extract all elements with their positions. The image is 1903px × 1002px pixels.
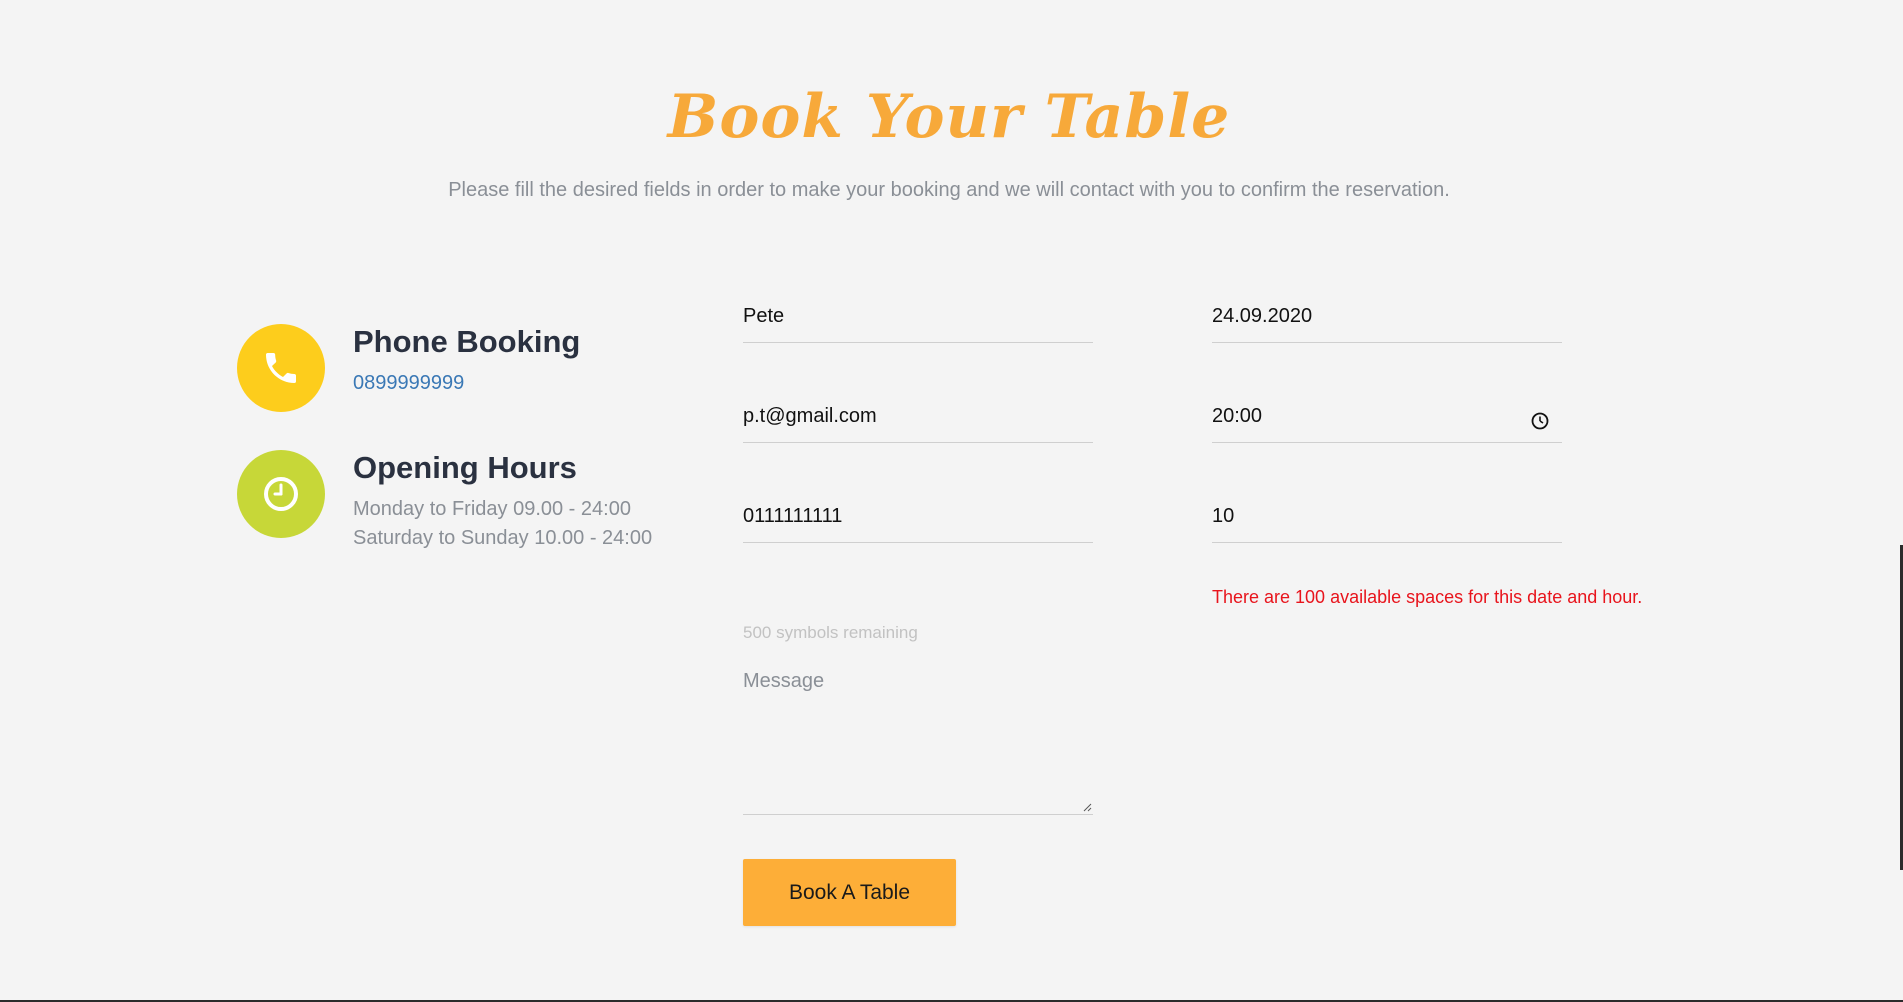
- phone-input[interactable]: [743, 499, 1093, 542]
- page-scrollbar[interactable]: [1898, 0, 1903, 1002]
- clock-icon: [237, 450, 325, 538]
- phone-icon: [237, 324, 325, 412]
- weekday-hours: Monday to Friday 09.00 - 24:00: [353, 498, 631, 520]
- email-input[interactable]: [743, 399, 1093, 442]
- guests-input[interactable]: [1212, 499, 1562, 542]
- time-field: [1212, 399, 1562, 443]
- phone-booking-heading: Phone Booking: [353, 324, 581, 359]
- email-field: [743, 399, 1093, 443]
- weekend-hours: Saturday to Sunday 10.00 - 24:00: [353, 527, 653, 549]
- name-input[interactable]: [743, 299, 1093, 342]
- book-table-button[interactable]: Book A Table: [743, 859, 956, 926]
- symbols-remaining-counter: 500 symbols remaining: [743, 623, 918, 642]
- phone-number-link[interactable]: 0899999999: [353, 372, 464, 395]
- guests-field: [1212, 499, 1562, 543]
- date-input[interactable]: [1212, 299, 1562, 342]
- booking-page: Book Your Table Please fill the desired …: [0, 0, 1903, 1002]
- time-input[interactable]: [1212, 399, 1562, 442]
- availability-message: There are 100 available spaces for this …: [1212, 587, 1643, 607]
- date-field: [1212, 299, 1562, 343]
- page-subtitle: Please fill the desired fields in order …: [448, 179, 1450, 201]
- page-title: Book Your Table: [667, 82, 1231, 152]
- resize-grip-icon[interactable]: [1082, 802, 1092, 812]
- message-textarea[interactable]: [743, 660, 1093, 814]
- time-picker-icon[interactable]: [1530, 411, 1550, 431]
- opening-hours-heading: Opening Hours: [353, 450, 577, 485]
- name-field: [743, 299, 1093, 343]
- phone-field: [743, 499, 1093, 543]
- message-field: [743, 660, 1093, 815]
